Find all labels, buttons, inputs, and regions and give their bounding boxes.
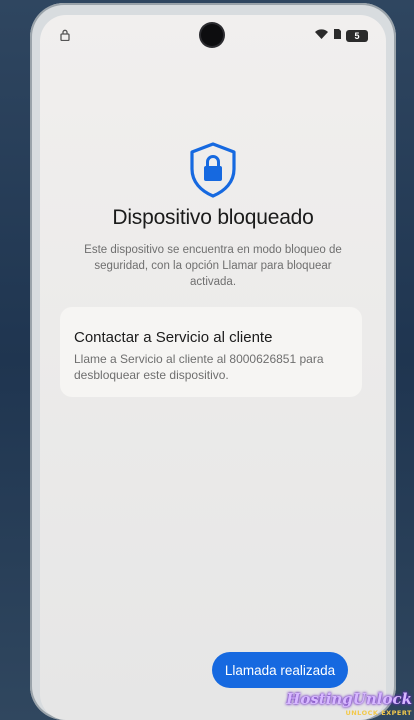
sim-icon (333, 27, 342, 45)
page-title: Dispositivo bloqueado (112, 206, 314, 229)
phone-frame: 5 Dispositivo bloqueado Este dispositivo… (30, 3, 396, 720)
call-done-button[interactable]: Llamada realizada (212, 652, 348, 688)
watermark-tagline: UNLOCK EXPERT (318, 709, 412, 717)
front-camera (201, 24, 223, 46)
status-bar: 5 (40, 23, 386, 46)
watermark-logo: HostingUnlock (286, 690, 412, 708)
wifi-icon (314, 27, 329, 45)
battery-icon: 5 (346, 30, 368, 42)
watermark-tagline-b: EXPERT (381, 709, 412, 717)
contact-card-body: Llame a Servicio al cliente al 800062685… (74, 352, 324, 382)
lock-description: Este dispositivo se encuentra en modo bl… (84, 244, 342, 288)
phone-screen: 5 Dispositivo bloqueado Este dispositivo… (40, 15, 386, 720)
shield-lock-icon (188, 142, 238, 203)
contact-card: Contactar a Servicio al cliente Llame a … (60, 307, 362, 397)
lock-icon (60, 28, 70, 46)
contact-card-title: Contactar a Servicio al cliente (74, 329, 273, 346)
watermark-tagline-a: UNLOCK (345, 709, 379, 717)
status-icons: 5 (314, 27, 368, 45)
